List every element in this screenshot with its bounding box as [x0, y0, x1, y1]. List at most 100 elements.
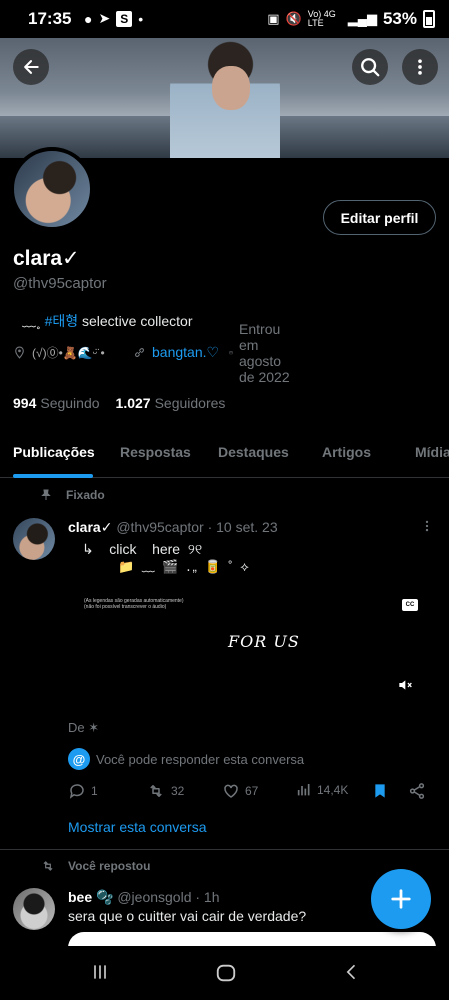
- video-caption: (As legendas são geradas automaticamente…: [84, 598, 184, 610]
- bio-hashtag[interactable]: #태형: [45, 313, 79, 329]
- following-link[interactable]: 994 Seguindo: [13, 395, 100, 411]
- followers-count: 1.027: [115, 395, 151, 411]
- follow-stats: 994 Seguindo 1.027 Seguidores: [13, 395, 225, 411]
- reply-icon: [69, 784, 84, 799]
- more-vertical-icon: [425, 520, 429, 532]
- search-icon: [361, 58, 380, 77]
- edit-profile-button[interactable]: Editar perfil: [323, 200, 436, 235]
- plus-icon: [391, 889, 411, 909]
- tweet-video[interactable]: (As legendas são geradas automaticamente…: [68, 586, 436, 706]
- tweet-author-name[interactable]: clara✓: [68, 519, 112, 535]
- link-icon: [135, 348, 144, 357]
- active-tab-indicator: [13, 474, 93, 478]
- chevron-left-icon: [346, 964, 356, 980]
- tweet-actions: 1 32 67 14,4K: [68, 782, 430, 804]
- like-button[interactable]: 67: [222, 782, 258, 800]
- back-button[interactable]: [13, 49, 49, 85]
- s-app-icon: S: [116, 10, 133, 27]
- tweet-more-button[interactable]: [420, 518, 434, 539]
- share-icon: [409, 783, 425, 799]
- website-text[interactable]: bangtan.♡: [152, 344, 219, 361]
- at-icon: @: [68, 748, 90, 770]
- like-count: 67: [245, 784, 259, 798]
- tweet-handle-time: @jeonsgold · 1h: [117, 889, 220, 905]
- tweet-author-name[interactable]: bee 🫧: [68, 889, 113, 905]
- network-label: Vo) 4G LTE: [307, 9, 336, 28]
- search-button[interactable]: [352, 49, 388, 85]
- tab-midia[interactable]: Mídia: [415, 444, 449, 460]
- recent-apps-icon: [94, 965, 106, 979]
- tab-publicacoes[interactable]: Publicações: [13, 444, 95, 460]
- calendar-icon: [229, 350, 233, 355]
- bookmark-button[interactable]: [372, 782, 388, 800]
- cc-button[interactable]: CC: [402, 599, 418, 611]
- repost-label: Você repostou: [68, 859, 151, 873]
- pinned-label: Fixado: [66, 488, 105, 502]
- pinned-indicator: Fixado: [40, 488, 105, 502]
- reply-permission-note: @ Você pode responder esta conversa: [68, 748, 304, 770]
- location-icon: [15, 346, 24, 359]
- signal-icon: ▂▄▆: [347, 11, 377, 26]
- back-arrow-icon: [24, 60, 39, 74]
- followers-link[interactable]: 1.027 Seguidores: [116, 395, 226, 411]
- reply-permission-text: Você pode responder esta conversa: [96, 751, 305, 767]
- more-options-button[interactable]: [402, 49, 438, 85]
- views-button[interactable]: 14,4K: [296, 782, 348, 798]
- tweet-handle-time: @thv95captor · 10 set. 23: [116, 519, 278, 535]
- tweet-header: bee 🫧 @jeonsgold · 1h: [68, 889, 220, 906]
- compose-button[interactable]: [371, 869, 431, 929]
- back-nav-button[interactable]: [342, 962, 362, 987]
- home-button[interactable]: [215, 962, 237, 989]
- location-text: (√)⓪•🧸🌊ᵕ̈ •: [32, 346, 105, 360]
- following-count: 994: [13, 395, 37, 411]
- telegram-icon: ➤: [98, 10, 111, 26]
- dot-icon: •: [138, 10, 144, 27]
- bio-text: selective collector: [78, 313, 193, 329]
- show-conversation-link[interactable]: Mostrar esta conversa: [68, 819, 207, 835]
- views-count: 14,4K: [317, 783, 349, 797]
- profile-handle: @thv95captor: [13, 275, 107, 292]
- home-icon: [216, 964, 236, 982]
- tweet-source: De ✶: [68, 720, 100, 735]
- tweet-divider: [0, 849, 449, 850]
- profile-location: (√)⓪•🧸🌊ᵕ̈ •: [13, 344, 105, 361]
- notification-icons: ● ➤ S •: [84, 10, 143, 27]
- tab-artigos[interactable]: Artigos: [322, 444, 371, 460]
- recent-apps-button[interactable]: [90, 962, 110, 987]
- bio-prefix: ﹏˳: [22, 313, 45, 329]
- battery-icon: [423, 10, 435, 28]
- system-navigation-bar: [0, 946, 449, 1000]
- mute-icon: 🔇: [285, 11, 302, 26]
- caption-line-2: (não foi possível transcrever o áudio): [84, 604, 167, 610]
- like-icon: [224, 784, 238, 798]
- mute-button[interactable]: [398, 678, 414, 697]
- tweet-text: sera que o cuitter vai cair de verdade?: [68, 908, 307, 924]
- repost-indicator: Você repostou: [40, 859, 150, 873]
- status-bar: 17:35 ● ➤ S • ▣ 🔇 Vo) 4G LTE ▂▄▆ 53%: [0, 0, 449, 38]
- tab-destaques[interactable]: Destaques: [218, 444, 289, 460]
- battery-percent: 53%: [382, 9, 417, 28]
- profile-avatar[interactable]: [10, 147, 94, 231]
- tweet-header: clara✓ @thv95captor · 10 set. 23: [68, 519, 278, 536]
- profile-bio: ﹏˳ #태형 selective collector: [22, 311, 193, 331]
- reply-count: 1: [91, 784, 98, 798]
- tab-respostas[interactable]: Respostas: [120, 444, 191, 460]
- tweet-avatar[interactable]: [13, 888, 55, 930]
- whatsapp-icon: ●: [84, 10, 93, 27]
- system-icons: ▣ 🔇 Vo) 4G LTE ▂▄▆ 53%: [267, 9, 435, 29]
- nfc-icon: ▣: [267, 11, 280, 26]
- speaker-muted-icon: [399, 680, 412, 690]
- profile-joined: Entrou em agosto de 2022: [229, 321, 290, 385]
- more-vertical-icon: [418, 59, 422, 75]
- share-button[interactable]: [408, 782, 426, 800]
- banner-face: [212, 66, 250, 110]
- following-label: Seguindo: [40, 395, 100, 411]
- repost-icon: [43, 861, 53, 871]
- video-title-text: FOR US: [228, 632, 300, 651]
- profile-meta: (√)⓪•🧸🌊ᵕ̈ • bangtan.♡ Entrou em agosto d…: [13, 321, 290, 385]
- repost-button[interactable]: 32: [146, 782, 184, 800]
- tweet-avatar[interactable]: [13, 518, 55, 560]
- reply-button[interactable]: 1: [68, 782, 98, 800]
- repost-icon: [150, 785, 162, 797]
- profile-website[interactable]: bangtan.♡: [133, 344, 219, 361]
